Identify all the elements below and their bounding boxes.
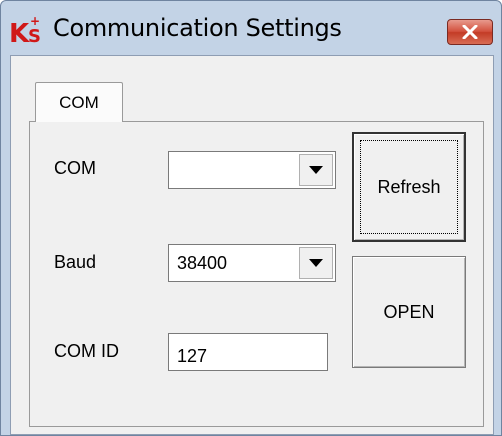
baud-label: Baud (54, 252, 97, 272)
baud-dropdown-arrow[interactable] (299, 247, 333, 279)
com-id-field[interactable] (168, 333, 328, 371)
svg-text:+: + (30, 14, 40, 28)
baud-rate-value: 38400 (177, 253, 228, 273)
chevron-down-icon (309, 166, 323, 174)
svg-text:S: S (28, 26, 41, 46)
com-dropdown-arrow[interactable] (299, 154, 333, 186)
com-port-dropdown[interactable] (168, 151, 336, 189)
open-button-label: OPEN (383, 301, 435, 322)
com-label: COM (54, 158, 96, 178)
app-logo-icon: K S + (9, 14, 41, 46)
com-id-label: COM ID (54, 341, 119, 361)
tab-com[interactable]: COM (35, 82, 123, 122)
dialog-client-area: COM COM Baud 38400 COM ID 127 Refresh OP… (10, 55, 494, 435)
chevron-down-icon (309, 259, 323, 267)
close-button[interactable] (447, 19, 493, 45)
settings-window: K S + Communication Settings COM COM Bau… (0, 0, 502, 436)
refresh-button[interactable]: Refresh (352, 132, 466, 242)
window-title: Communication Settings (53, 14, 342, 42)
com-tab-panel: COM Baud 38400 COM ID 127 Refresh OPEN (29, 121, 484, 427)
com-id-input[interactable] (169, 334, 327, 370)
close-icon (462, 25, 478, 39)
title-bar[interactable]: K S + Communication Settings (1, 1, 501, 55)
baud-rate-dropdown[interactable]: 38400 (168, 244, 336, 282)
open-button[interactable]: OPEN (352, 256, 466, 368)
svg-text:K: K (9, 19, 30, 46)
tab-com-label: COM (59, 92, 99, 112)
refresh-button-label: Refresh (377, 176, 441, 197)
